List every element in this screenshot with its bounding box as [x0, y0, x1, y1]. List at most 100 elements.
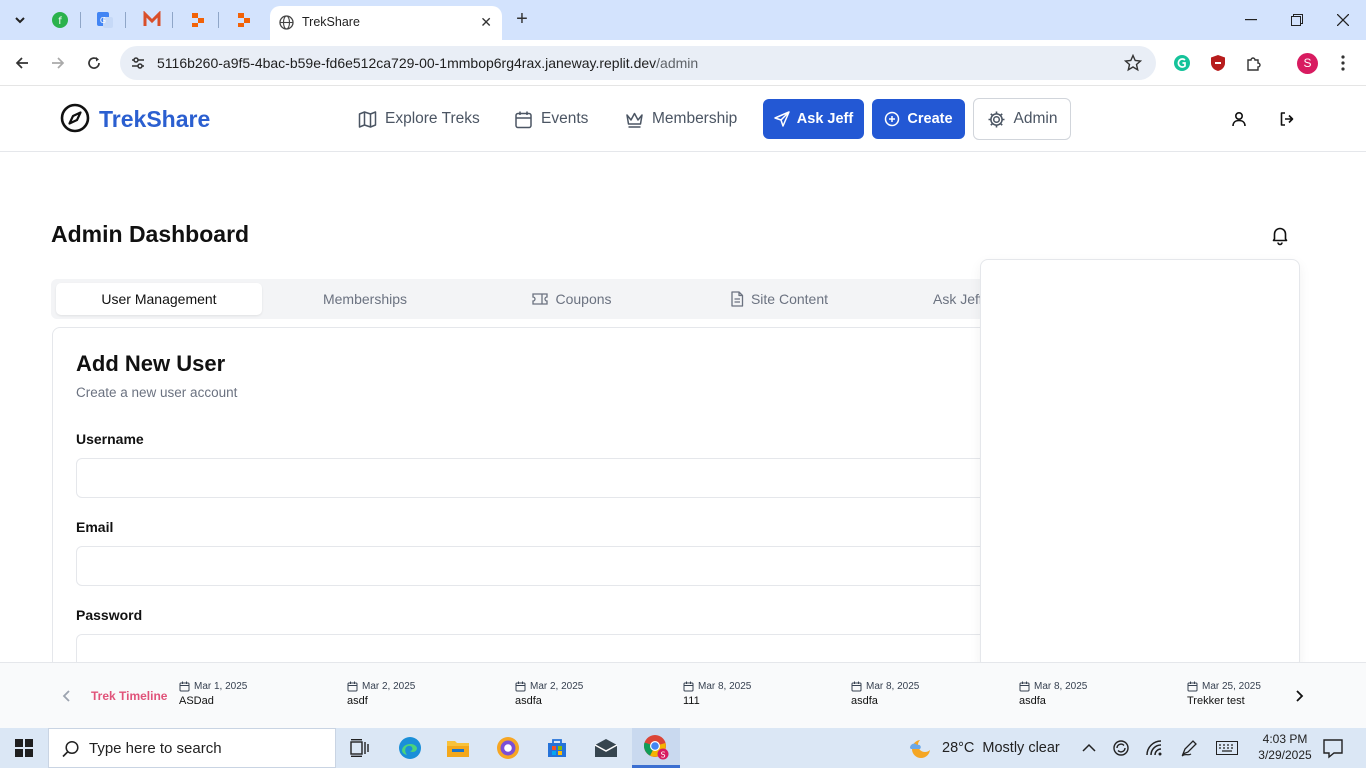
new-tab-icon[interactable]: + [510, 8, 534, 32]
tab-divider [80, 12, 81, 28]
svg-text:S: S [660, 750, 665, 759]
timeline-name: asdfa [1019, 695, 1046, 707]
card-title: Add New User [76, 351, 226, 376]
nav-events[interactable]: Events [514, 99, 588, 139]
extensions-puzzle-icon[interactable] [1241, 50, 1267, 76]
shield-extension-icon[interactable] [1205, 50, 1231, 76]
minimize-icon[interactable] [1228, 0, 1274, 40]
timeline-item[interactable]: Mar 1, 2025 ASDad [179, 681, 247, 707]
chevron-left-icon[interactable] [58, 687, 76, 705]
system-clock[interactable]: 4:03 PM 3/29/2025 [1255, 731, 1315, 763]
bell-icon[interactable] [1269, 224, 1291, 246]
timeline-item[interactable]: Mar 25, 2025 Trekker test [1187, 681, 1261, 707]
file-explorer-icon[interactable] [434, 728, 482, 768]
bookmark-star-icon[interactable] [1124, 54, 1142, 72]
calendar-icon [515, 681, 526, 692]
crown-icon [626, 112, 643, 128]
timeline-name: 111 [683, 695, 700, 707]
timeline-item[interactable]: Mar 8, 2025 asdfa [851, 681, 919, 707]
timeline-date: Mar 8, 2025 [866, 681, 920, 692]
trek-timeline: Trek Timeline Mar 1, 2025 ASDad Mar 2, 2… [0, 662, 1366, 728]
tab-title: TrekShare [302, 15, 360, 29]
timeline-name: asdf [347, 695, 368, 707]
pinned-tab-replit-icon[interactable] [186, 8, 210, 32]
ask-jeff-button[interactable]: Ask Jeff [763, 99, 864, 139]
gear-icon [988, 111, 1005, 127]
chevron-up-icon[interactable] [1078, 738, 1100, 758]
logout-icon[interactable] [1275, 107, 1299, 131]
timeline-item[interactable]: Mar 8, 2025 asdfa [1019, 681, 1087, 707]
nav-explore-label: Explore Treks [385, 110, 480, 127]
pinned-tab-mail-icon[interactable] [140, 8, 164, 32]
reload-icon[interactable] [80, 50, 108, 76]
taskbar-search-input[interactable]: Type here to search [48, 728, 336, 768]
browser-menu-icon[interactable] [1330, 50, 1356, 76]
windows-start-icon[interactable] [0, 728, 48, 768]
tab-label: Coupons [555, 291, 612, 307]
pinned-tab-replit-icon[interactable] [232, 8, 256, 32]
close-tab-icon[interactable]: ✕ [480, 14, 492, 31]
calendar-icon [1019, 681, 1030, 692]
forward-icon[interactable] [44, 50, 72, 76]
calendar-icon [851, 681, 862, 692]
tab-coupons[interactable]: Coupons [469, 283, 675, 315]
pinned-tab-feedly-icon[interactable]: f [48, 8, 72, 32]
microsoft-store-icon[interactable] [533, 728, 581, 768]
mail-app-icon[interactable] [582, 728, 630, 768]
timeline-item[interactable]: Mar 8, 2025 111 [683, 681, 751, 707]
notification-center-icon[interactable] [1322, 737, 1344, 759]
pinned-tab-translate-icon[interactable]: G [93, 8, 117, 32]
tab-user-management[interactable]: User Management [56, 283, 262, 315]
username-label: Username [76, 431, 144, 447]
task-view-icon[interactable] [336, 728, 384, 768]
edge-browser-icon[interactable] [386, 728, 434, 768]
keyboard-icon[interactable] [1216, 738, 1238, 758]
tab-label: User Management [101, 291, 217, 307]
admin-button[interactable]: Admin [973, 98, 1071, 140]
address-bar[interactable]: 5116b260-a9f5-4bac-b59e-fd6e512ca729-00-… [120, 46, 1156, 80]
back-icon[interactable] [8, 50, 36, 76]
sync-icon[interactable] [1110, 738, 1132, 758]
calendar-icon [515, 111, 532, 128]
admin-label: Admin [1013, 110, 1058, 127]
card-subtitle: Create a new user account [76, 385, 238, 400]
windows-taskbar: Type here to search S 28°C Mostly clear [0, 728, 1366, 768]
tab-search-icon[interactable] [6, 7, 34, 33]
user-profile-icon[interactable] [1227, 107, 1251, 131]
calendar-icon [179, 681, 190, 692]
brand-name[interactable]: TrekShare [99, 106, 210, 133]
ticket-icon [532, 293, 549, 305]
tab-trekshare[interactable]: TrekShare ✕ [270, 6, 502, 40]
nav-membership[interactable]: Membership [625, 99, 737, 139]
send-icon [774, 111, 790, 127]
security-app-icon[interactable] [484, 728, 532, 768]
tab-label: Ask Jeff [933, 291, 983, 307]
timeline-name: asdfa [515, 695, 542, 707]
chrome-icon[interactable]: S [632, 728, 680, 768]
timeline-item[interactable]: Mar 2, 2025 asdf [347, 681, 415, 707]
weather-widget[interactable]: 28°C Mostly clear [908, 728, 1060, 768]
close-window-icon[interactable] [1320, 0, 1366, 40]
nav-events-label: Events [541, 110, 589, 127]
tab-divider [125, 12, 126, 28]
map-icon [358, 110, 377, 128]
create-button[interactable]: Create [872, 99, 965, 139]
ask-jeff-label: Ask Jeff [796, 111, 854, 127]
nav-explore-treks[interactable]: Explore Treks [358, 99, 480, 139]
weather-desc: Mostly clear [982, 740, 1060, 756]
restore-icon[interactable] [1274, 0, 1320, 40]
profile-avatar[interactable]: S [1297, 53, 1318, 74]
compass-logo-icon[interactable] [60, 103, 90, 133]
pen-icon[interactable] [1178, 738, 1200, 758]
wifi-icon[interactable] [1143, 738, 1165, 758]
timeline-name: asdfa [851, 695, 878, 707]
tab-site-content[interactable]: Site Content [676, 283, 882, 315]
moon-cloud-icon [910, 738, 932, 758]
grammarly-extension-icon[interactable] [1169, 50, 1195, 76]
tab-divider [218, 12, 219, 28]
chevron-right-icon[interactable] [1290, 687, 1308, 705]
site-settings-icon[interactable] [130, 55, 146, 71]
calendar-icon [1187, 681, 1198, 692]
timeline-item[interactable]: Mar 2, 2025 asdfa [515, 681, 583, 707]
tab-memberships[interactable]: Memberships [262, 283, 468, 315]
